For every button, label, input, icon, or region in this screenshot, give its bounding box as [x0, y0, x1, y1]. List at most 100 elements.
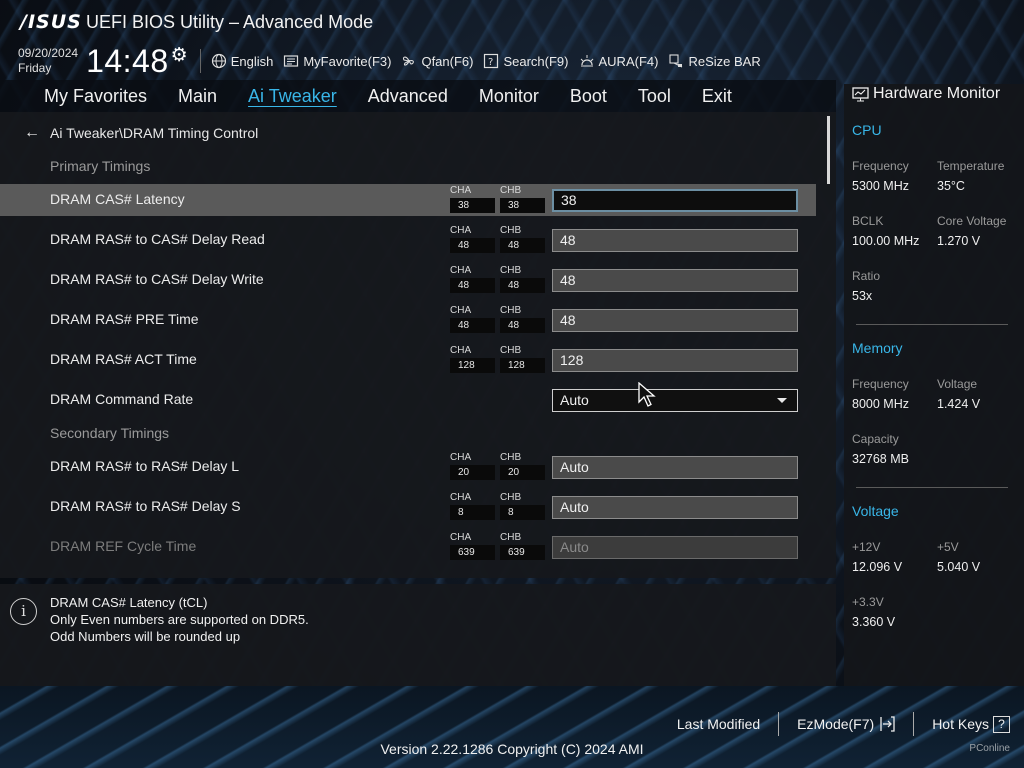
- setting-row-ras-pre-time[interactable]: DRAM RAS# PRE Time CHA 48 CHB 48 48: [0, 304, 816, 336]
- chb-label: CHB: [500, 532, 522, 543]
- breadcrumb: ← Ai Tweaker\DRAM Timing Control: [24, 124, 258, 142]
- v33-label: +3.3V: [852, 595, 884, 609]
- ras-ras-delay-l-input[interactable]: Auto: [552, 456, 798, 479]
- setting-row-ras-cas-delay-read[interactable]: DRAM RAS# to CAS# Delay Read CHA 48 CHB 48…: [0, 224, 816, 256]
- title-bar: /ISUS UEFI BIOS Utility – Advanced Mode: [20, 10, 373, 34]
- aura-button[interactable]: AURA(F4): [579, 53, 659, 69]
- chb-readout: CHB 639: [500, 532, 545, 562]
- cas-latency-input[interactable]: 38: [552, 189, 798, 212]
- tab-monitor[interactable]: Monitor: [479, 86, 539, 107]
- info-icon: i: [10, 598, 37, 625]
- tab-my-favorites[interactable]: My Favorites: [44, 86, 147, 107]
- myfavorite-button[interactable]: MyFavorite(F3): [283, 53, 391, 69]
- chb-value: 20: [500, 465, 545, 480]
- cha-value: 48: [450, 318, 495, 333]
- memory-voltage-label: Voltage: [937, 377, 978, 391]
- back-arrow-icon[interactable]: ←: [24, 124, 40, 142]
- asus-logo: /ISUS: [20, 11, 82, 33]
- aura-label: AURA(F4): [598, 53, 659, 69]
- ras-ras-delay-s-input[interactable]: Auto: [552, 496, 798, 519]
- cha-label: CHA: [450, 492, 472, 503]
- chb-value: 128: [500, 358, 545, 373]
- clock: 14:48: [86, 42, 169, 79]
- cpu-frequency-value: 5300 MHz: [852, 179, 909, 193]
- memory-frequency-label: Frequency: [852, 377, 909, 391]
- bclk-label: BCLK: [852, 214, 884, 228]
- app-title: UEFI BIOS Utility – Advanced Mode: [86, 11, 374, 32]
- memory-section-title: Memory: [852, 340, 903, 356]
- divider: [913, 712, 915, 736]
- ezmode-button[interactable]: EzMode(F7): [797, 716, 895, 732]
- help-key-icon: ?: [993, 715, 1010, 733]
- ras-cas-delay-write-input[interactable]: 48: [552, 269, 798, 292]
- cha-readout: CHA 48: [450, 225, 495, 255]
- cha-label: CHA: [450, 532, 472, 543]
- setting-label: DRAM Command Rate: [50, 391, 194, 407]
- last-modified-button[interactable]: Last Modified: [677, 716, 760, 732]
- chb-readout: CHB 48: [500, 305, 545, 335]
- setting-row-ras-ras-delay-l[interactable]: DRAM RAS# to RAS# Delay L CHA 20 CHB 20 Au…: [0, 451, 816, 483]
- setting-row-ras-act-time[interactable]: DRAM RAS# ACT Time CHA 128 CHB 128 128: [0, 344, 816, 376]
- tab-main[interactable]: Main: [178, 86, 217, 107]
- search-icon: ?: [483, 53, 499, 69]
- cha-value: 639: [450, 545, 495, 560]
- cha-value: 128: [450, 358, 495, 373]
- search-label: Search(F9): [503, 53, 569, 69]
- ras-pre-time-input[interactable]: 48: [552, 309, 798, 332]
- resize-bar-button[interactable]: ReSize BAR: [668, 53, 761, 69]
- svg-text:?: ?: [488, 57, 493, 68]
- cpu-frequency-label: Frequency: [852, 159, 909, 173]
- ras-cas-delay-read-input[interactable]: 48: [552, 229, 798, 252]
- chb-readout: CHB 8: [500, 492, 545, 522]
- scrollbar-thumb[interactable]: [827, 116, 830, 184]
- cha-label: CHA: [450, 185, 472, 196]
- breadcrumb-text: Ai Tweaker\DRAM Timing Control: [50, 125, 259, 141]
- cpu-section-title: CPU: [852, 122, 882, 138]
- status-bar: 09/20/2024 Friday 14:48 ⚙ English MyFavo…: [18, 42, 771, 79]
- setting-row-ras-ras-delay-s[interactable]: DRAM RAS# to RAS# Delay S CHA 8 CHB 8 Auto: [0, 491, 816, 523]
- cha-value: 38: [450, 198, 495, 213]
- chb-readout: CHB 128: [500, 345, 545, 375]
- qfan-label: Qfan(F6): [421, 53, 474, 69]
- mouse-cursor-icon: [638, 382, 656, 407]
- section-primary-timings: Primary Timings: [50, 158, 151, 174]
- language-button[interactable]: English: [211, 53, 274, 69]
- setting-row-ref-cycle-time: DRAM REF Cycle Time CHA 639 CHB 639 Auto: [0, 531, 816, 563]
- gear-icon[interactable]: ⚙: [171, 44, 188, 66]
- version-text: Version 2.22.1286 Copyright (C) 2024 AMI: [380, 741, 644, 757]
- tab-exit[interactable]: Exit: [702, 86, 732, 107]
- chb-label: CHB: [500, 305, 522, 316]
- main-nav: My Favorites Main Ai Tweaker Advanced Mo…: [0, 80, 836, 112]
- cha-value: 20: [450, 465, 495, 480]
- language-label: English: [230, 53, 274, 69]
- setting-row-command-rate[interactable]: DRAM Command Rate Auto: [0, 384, 816, 416]
- voltage-section-title: Voltage: [852, 503, 899, 519]
- chb-readout: CHB 20: [500, 452, 545, 482]
- chevron-down-icon: [777, 398, 787, 403]
- setting-row-cas-latency[interactable]: DRAM CAS# Latency CHA 38 CHB 38 38: [0, 184, 816, 216]
- chb-label: CHB: [500, 492, 522, 503]
- ratio-label: Ratio: [852, 269, 881, 283]
- section-secondary-timings: Secondary Timings: [50, 425, 170, 441]
- qfan-button[interactable]: Qfan(F6): [401, 53, 473, 69]
- hardware-monitor-title: Hardware Monitor: [873, 85, 1001, 102]
- tab-advanced[interactable]: Advanced: [368, 86, 448, 107]
- chb-readout: CHB 48: [500, 225, 545, 255]
- cha-readout: CHA 128: [450, 345, 495, 375]
- hot-keys-button[interactable]: Hot Keys ?: [932, 715, 1010, 733]
- date-block: 09/20/2024 Friday: [18, 46, 78, 76]
- chb-value: 48: [500, 318, 545, 333]
- setting-row-ras-cas-delay-write[interactable]: DRAM RAS# to CAS# Delay Write CHA 48 CHB 4…: [0, 264, 816, 296]
- chb-value: 639: [500, 545, 545, 560]
- ratio-value: 53x: [852, 289, 873, 303]
- cha-readout: CHA 20: [450, 452, 495, 482]
- cha-readout: CHA 48: [450, 305, 495, 335]
- ras-act-time-input[interactable]: 128: [552, 349, 798, 372]
- aura-icon: [579, 53, 595, 69]
- tab-boot[interactable]: Boot: [570, 86, 607, 107]
- search-button[interactable]: ? Search(F9): [483, 53, 569, 69]
- tab-ai-tweaker[interactable]: Ai Tweaker: [248, 86, 337, 107]
- help-line-2: Only Even numbers are supported on DDR5.: [50, 612, 309, 627]
- command-rate-dropdown[interactable]: Auto: [552, 389, 798, 412]
- tab-tool[interactable]: Tool: [638, 86, 671, 107]
